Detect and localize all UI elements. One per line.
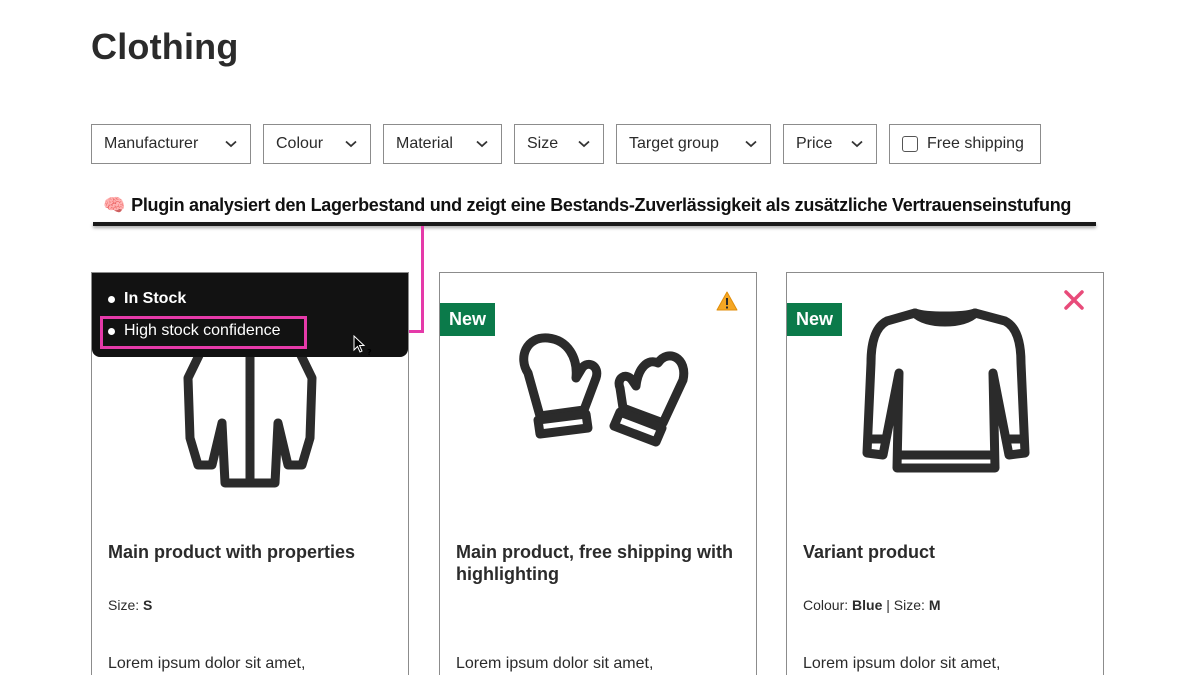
- prop-separator: |: [886, 597, 890, 613]
- product-card[interactable]: New Variant product Colour: Blue | Size:…: [786, 272, 1104, 675]
- product-title[interactable]: Main product, free shipping with highlig…: [456, 541, 746, 585]
- product-title[interactable]: Main product with properties: [108, 541, 398, 563]
- chevron-down-icon: [577, 137, 591, 151]
- tooltip-item-in-stock: In Stock: [108, 290, 186, 308]
- filter-size-label: Size: [527, 135, 559, 152]
- product-card[interactable]: New Main product, free shipping with hig…: [439, 272, 757, 675]
- prop-value: M: [928, 597, 941, 613]
- filter-target-group[interactable]: Target group: [616, 124, 771, 164]
- annotation-underline: [93, 222, 1096, 226]
- prop-value: S: [143, 597, 153, 613]
- filter-target-group-label: Target group: [629, 135, 719, 152]
- prop-label: Size:: [893, 597, 925, 613]
- mittens-icon: [519, 333, 689, 447]
- filter-price-label: Price: [796, 135, 833, 152]
- product-image[interactable]: [440, 283, 756, 503]
- chevron-down-icon: [744, 137, 758, 151]
- chevron-down-icon: [344, 137, 358, 151]
- annotation-text: Plugin analysiert den Lagerbestand und z…: [131, 195, 1072, 215]
- annotation-text-wrap: 🧠 Plugin analysiert den Lagerbestand und …: [103, 195, 1071, 216]
- product-image[interactable]: [787, 283, 1103, 503]
- annotation-highlight-box: [100, 316, 307, 349]
- product-properties: Size: S: [108, 597, 152, 613]
- help-cursor-icon: ?: [353, 335, 372, 357]
- prop-label: Colour:: [803, 597, 849, 613]
- filter-size[interactable]: Size: [514, 124, 604, 164]
- filter-colour[interactable]: Colour: [263, 124, 371, 164]
- product-description: Lorem ipsum dolor sit amet,: [108, 655, 306, 672]
- filter-price[interactable]: Price: [783, 124, 877, 164]
- page-title: Clothing: [91, 26, 239, 67]
- sweater-icon: [862, 308, 1030, 473]
- filter-material[interactable]: Material: [383, 124, 502, 164]
- product-description: Lorem ipsum dolor sit amet,: [456, 655, 654, 672]
- product-title[interactable]: Variant product: [803, 541, 1093, 563]
- free-shipping-checkbox[interactable]: [902, 136, 918, 152]
- filter-manufacturer-label: Manufacturer: [104, 135, 199, 152]
- filter-free-shipping[interactable]: Free shipping: [889, 124, 1041, 164]
- product-properties: Colour: Blue | Size: M: [803, 597, 940, 613]
- prop-value: Blue: [852, 597, 883, 613]
- filter-manufacturer[interactable]: Manufacturer: [91, 124, 251, 164]
- annotation-banner: 🧠 Plugin analysiert den Lagerbestand und …: [93, 192, 1096, 228]
- product-description: Lorem ipsum dolor sit amet,: [803, 655, 1001, 672]
- filter-colour-label: Colour: [276, 135, 324, 152]
- prop-label: Size:: [108, 597, 140, 613]
- tooltip-item-label: In Stock: [124, 290, 187, 307]
- bullet-icon: [108, 295, 115, 303]
- brain-icon: 🧠: [103, 195, 126, 215]
- filter-free-shipping-label: Free shipping: [927, 135, 1024, 152]
- annotation-connector-vertical: [421, 226, 424, 333]
- filter-material-label: Material: [396, 135, 453, 152]
- svg-text:?: ?: [367, 348, 372, 357]
- chevron-down-icon: [475, 137, 489, 151]
- chevron-down-icon: [224, 137, 238, 151]
- chevron-down-icon: [850, 137, 864, 151]
